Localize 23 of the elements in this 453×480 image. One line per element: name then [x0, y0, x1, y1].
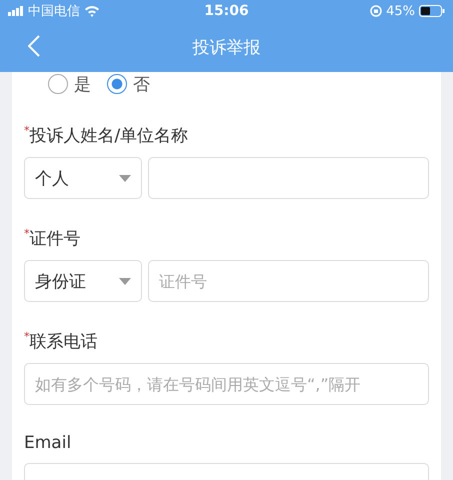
page-title: 投诉举报: [192, 36, 260, 58]
rotation-lock-icon: [370, 5, 382, 17]
input-field[interactable]: 如有多个号码，请在号码间用英文逗号“,”隔开: [24, 363, 429, 405]
dropdown-caret-icon: [119, 174, 131, 182]
battery-percent: 45%: [386, 4, 415, 18]
wifi-icon: [84, 5, 100, 17]
dropdown-select[interactable]: 个人: [24, 157, 142, 199]
field-label: Email: [24, 433, 72, 453]
field-label: *证件号: [24, 227, 82, 250]
clock-time: 15:06: [204, 3, 249, 19]
radio-option[interactable]: 否: [107, 72, 150, 96]
input-field[interactable]: 证件号: [148, 260, 429, 302]
battery-icon: [418, 5, 445, 17]
input-field[interactable]: [148, 157, 429, 199]
dropdown-select[interactable]: 身份证: [24, 260, 142, 302]
field-label: *联系电话: [24, 330, 98, 353]
back-icon: [28, 35, 40, 57]
carrier-name: 中国电信: [28, 3, 80, 20]
dropdown-caret-icon: [119, 278, 131, 284]
back-button[interactable]: [28, 35, 40, 57]
signal-icon: [8, 6, 24, 16]
field-label: *投诉人姓名/单位名称: [24, 124, 190, 147]
radio-option[interactable]: 是: [48, 72, 91, 96]
